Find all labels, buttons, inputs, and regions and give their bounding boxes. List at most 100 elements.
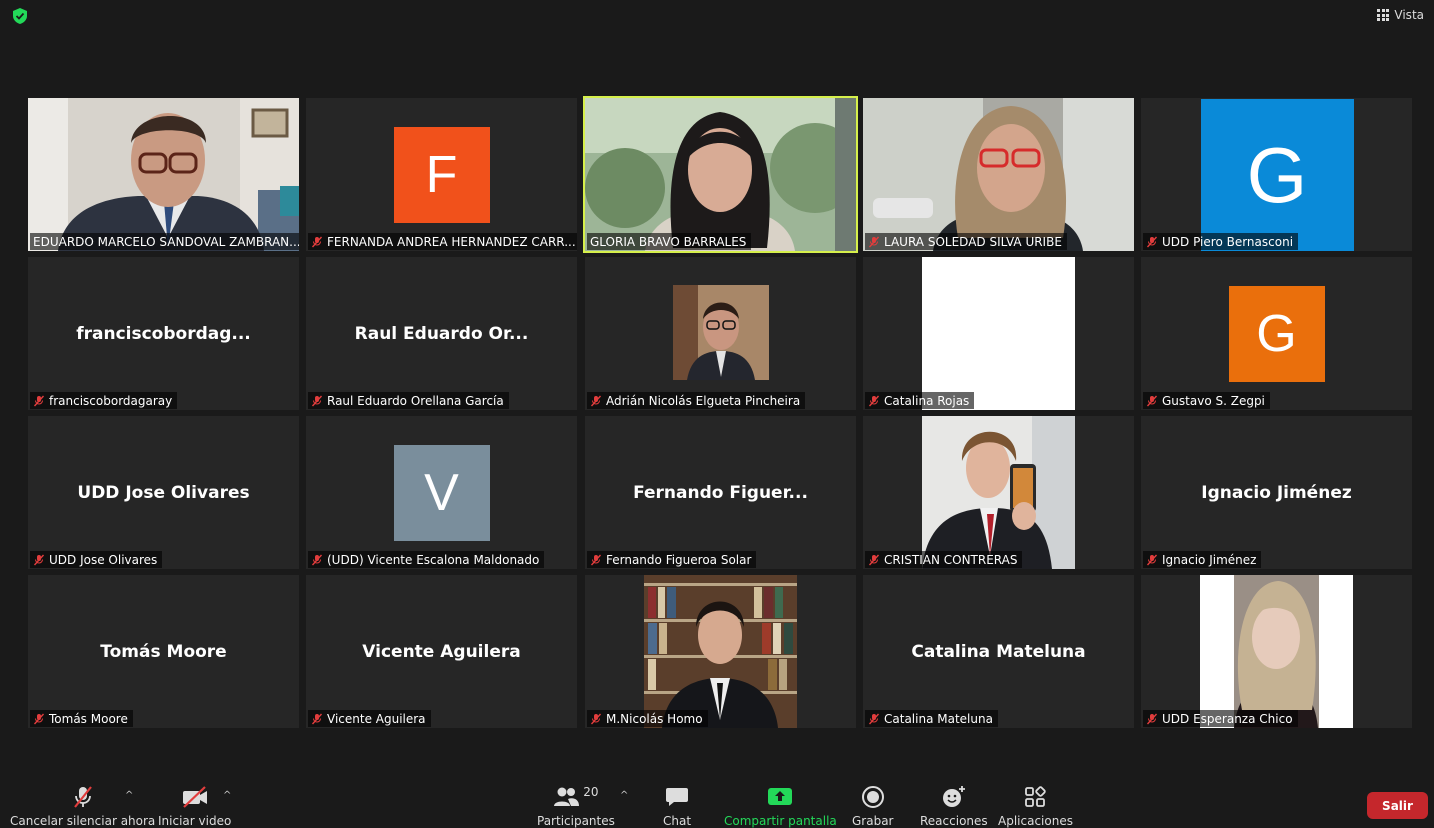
participant-avatar: G	[1228, 285, 1325, 382]
participant-name-tag: Vicente Aguilera	[308, 710, 431, 727]
apps-label: Aplicaciones	[998, 814, 1073, 828]
participant-tile[interactable]: EDUARDO MARCELO SANDOVAL ZAMBRAN...	[28, 98, 299, 251]
participant-tile[interactable]: LAURA SOLEDAD SILVA URIBE	[863, 98, 1134, 251]
participant-name: LAURA SOLEDAD SILVA URIBE	[884, 234, 1062, 249]
participant-tile[interactable]: UDD Esperanza Chico	[1141, 575, 1412, 728]
participant-name: Tomás Moore	[49, 711, 128, 726]
mic-muted-icon	[73, 786, 92, 808]
mic-muted-icon	[590, 554, 602, 565]
participant-display-name: Catalina Mateluna	[911, 641, 1086, 662]
participant-video	[1200, 575, 1353, 728]
mic-muted-icon	[33, 395, 45, 406]
participants-options-caret-icon[interactable]: ^	[620, 790, 628, 801]
mic-muted-icon	[590, 395, 602, 406]
participant-tile[interactable]: GLORIA BRAVO BARRALES	[583, 96, 858, 253]
participant-name-tag: UDD Esperanza Chico	[1143, 710, 1298, 727]
mic-muted-icon	[1146, 395, 1158, 406]
participant-name: Ignacio Jiménez	[1162, 552, 1257, 567]
participant-tile[interactable]: Raul Eduardo Or... Raul Eduardo Orellana …	[306, 257, 577, 410]
video-gallery: EDUARDO MARCELO SANDOVAL ZAMBRAN... F FERN…	[28, 96, 1412, 728]
mic-muted-icon	[33, 713, 45, 724]
participant-name: Catalina Mateluna	[884, 711, 993, 726]
participant-avatar: V	[393, 444, 490, 541]
record-icon	[861, 786, 884, 808]
participant-name-tag: (UDD) Vicente Escalona Maldonado	[308, 551, 545, 568]
participant-tile[interactable]: G Gustavo S. Zegpi	[1141, 257, 1412, 410]
mic-muted-icon	[311, 713, 323, 724]
participant-tile[interactable]: UDD Jose Olivares UDD Jose Olivares	[28, 416, 299, 569]
participant-tile[interactable]: Fernando Figuer... Fernando Figueroa Sola…	[585, 416, 856, 569]
participant-name-tag: Catalina Mateluna	[865, 710, 998, 727]
participant-tile[interactable]: V (UDD) Vicente Escalona Maldonado	[306, 416, 577, 569]
apps-button[interactable]: Aplicaciones	[998, 784, 1073, 828]
security-shield-icon[interactable]	[11, 7, 29, 25]
share-screen-button[interactable]: Compartir pantalla	[724, 784, 837, 828]
participant-video	[28, 98, 299, 251]
participant-video	[673, 257, 769, 410]
participant-name-tag: FERNANDA ANDREA HERNANDEZ CARR...	[308, 233, 577, 250]
record-label: Grabar	[852, 814, 894, 828]
participant-tile[interactable]: CRISTIAN CONTRERAS	[863, 416, 1134, 569]
participant-display-name: Raul Eduardo Or...	[354, 323, 529, 344]
participant-tile[interactable]: F FERNANDA ANDREA HERNANDEZ CARR...	[306, 98, 577, 251]
apps-icon	[1025, 786, 1047, 807]
participant-name: CRISTIAN CONTRERAS	[884, 552, 1018, 567]
mic-muted-icon	[868, 713, 880, 724]
participants-count: 20	[583, 785, 599, 799]
participant-tile[interactable]: Adrián Nicolás Elgueta Pincheira	[585, 257, 856, 410]
share-screen-icon	[768, 788, 793, 805]
participant-tile[interactable]: Catalina Mateluna Catalina Mateluna	[863, 575, 1134, 728]
participant-avatar: F	[393, 126, 490, 223]
participant-display-name: UDD Jose Olivares	[77, 482, 250, 503]
mute-button[interactable]: Cancelar silenciar ahora	[10, 784, 155, 828]
participant-tile[interactable]: Tomás Moore Tomás Moore	[28, 575, 299, 728]
participant-name: Adrián Nicolás Elgueta Pincheira	[606, 393, 801, 408]
view-button[interactable]: Vista	[1377, 5, 1424, 25]
reactions-label: Reacciones	[920, 814, 988, 828]
audio-options-caret-icon[interactable]: ^	[125, 790, 133, 801]
reactions-icon	[942, 786, 965, 807]
participant-name: M.Nicolás Homo	[606, 711, 703, 726]
reactions-button[interactable]: Reacciones	[920, 784, 988, 828]
participant-name-tag: EDUARDO MARCELO SANDOVAL ZAMBRAN...	[30, 233, 299, 250]
participant-tile[interactable]: Catalina Rojas	[863, 257, 1134, 410]
participant-name-tag: Raul Eduardo Orellana García	[308, 392, 509, 409]
participant-name-tag: Adrián Nicolás Elgueta Pincheira	[587, 392, 806, 409]
mic-muted-icon	[1146, 236, 1158, 247]
participant-tile[interactable]: franciscobordag... franciscobordagaray	[28, 257, 299, 410]
participant-name-tag: Gustavo S. Zegpi	[1143, 392, 1270, 409]
participant-name: Raul Eduardo Orellana García	[327, 393, 504, 408]
mute-label: Cancelar silenciar ahora	[10, 814, 156, 828]
chat-icon	[666, 788, 689, 806]
participant-tile[interactable]: Ignacio Jiménez Ignacio Jiménez	[1141, 416, 1412, 569]
participant-video	[922, 416, 1075, 569]
chat-button[interactable]: Chat	[663, 784, 691, 828]
participant-tile[interactable]: Vicente Aguilera Vicente Aguilera	[306, 575, 577, 728]
participant-name: UDD Jose Olivares	[49, 552, 158, 567]
participants-button[interactable]: 20 Participantes	[537, 784, 615, 828]
participant-video	[644, 575, 797, 728]
participant-name: UDD Esperanza Chico	[1162, 711, 1293, 726]
start-video-button[interactable]: Iniciar video	[158, 784, 231, 828]
participant-display-name: Ignacio Jiménez	[1201, 482, 1352, 503]
participant-name: (UDD) Vicente Escalona Maldonado	[327, 552, 540, 567]
mic-muted-icon	[590, 713, 602, 724]
record-button[interactable]: Grabar	[852, 784, 894, 828]
participants-label: Participantes	[537, 814, 615, 828]
leave-button[interactable]: Salir	[1367, 792, 1428, 819]
participant-name: Gustavo S. Zegpi	[1162, 393, 1265, 408]
participant-name-tag: Tomás Moore	[30, 710, 133, 727]
participant-name-tag: GLORIA BRAVO BARRALES	[587, 233, 752, 250]
video-options-caret-icon[interactable]: ^	[223, 790, 231, 801]
view-label: Vista	[1394, 8, 1424, 22]
mic-muted-icon	[311, 236, 323, 247]
mic-muted-icon	[868, 395, 880, 406]
participant-tile[interactable]: M.Nicolás Homo	[585, 575, 856, 728]
participant-name: Catalina Rojas	[884, 393, 970, 408]
mic-muted-icon	[311, 554, 323, 565]
participant-tile[interactable]: G UDD Piero Bernasconi	[1141, 98, 1412, 251]
participant-name: Vicente Aguilera	[327, 711, 426, 726]
mic-muted-icon	[868, 554, 880, 565]
participant-name-tag: M.Nicolás Homo	[587, 710, 708, 727]
participant-name: EDUARDO MARCELO SANDOVAL ZAMBRAN...	[33, 234, 299, 249]
